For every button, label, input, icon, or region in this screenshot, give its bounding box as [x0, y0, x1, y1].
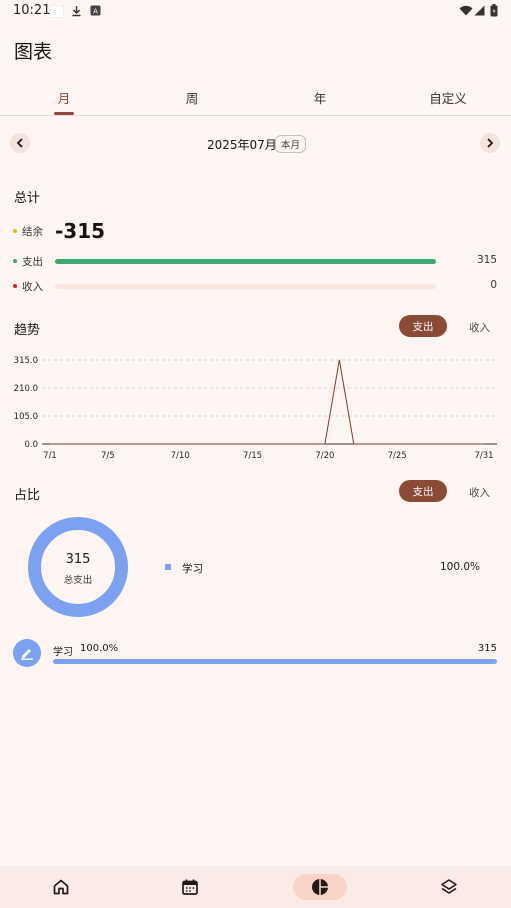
nav-chart[interactable] [293, 874, 347, 900]
x-tick-label: 7/1 [43, 451, 57, 461]
x-tick-label: 7/15 [243, 451, 262, 461]
category-amount: 315 [477, 643, 497, 654]
nav-calendar[interactable] [163, 874, 217, 900]
ratio-title: 占比 [14, 488, 41, 503]
next-month-button[interactable] [480, 133, 500, 153]
trend-income-toggle[interactable]: 收入 [469, 320, 490, 335]
x-tick-label: 7/10 [171, 451, 190, 461]
wifi-icon [459, 5, 473, 16]
balance-dot [13, 229, 17, 233]
income-bar-track [55, 284, 436, 289]
tab-divider [0, 115, 511, 116]
category-bar [53, 659, 497, 664]
y-tick-label: 0.0 [24, 440, 38, 450]
expense-bar-fill [55, 259, 436, 264]
calendar-icon [182, 879, 198, 895]
category-name[interactable]: 学习 [53, 643, 73, 658]
expense-dot [13, 259, 17, 263]
pencil-icon [21, 649, 33, 660]
donut-subtitle: 总支出 [63, 575, 93, 586]
income-dot [13, 284, 17, 288]
prev-month-button[interactable] [10, 133, 30, 153]
tab-week[interactable]: 周 [186, 88, 199, 107]
tab-custom[interactable]: 自定义 [429, 88, 467, 107]
trend-title: 趋势 [14, 323, 41, 338]
this-month-chip[interactable]: 本月 [275, 135, 307, 153]
legend-color-square [165, 564, 171, 570]
series-line-expense [50, 359, 484, 445]
nav-home[interactable] [34, 874, 88, 900]
legend-name: 学习 [182, 563, 203, 575]
y-tick-label: 315.0 [14, 356, 38, 366]
pie-chart-icon [312, 879, 328, 895]
category-percent: 100.0% [80, 643, 119, 654]
expense-label: 支出 [22, 256, 43, 268]
ratio-expense-toggle[interactable]: 支出 [399, 480, 447, 502]
notification-icon [50, 5, 64, 18]
income-value: 0 [490, 279, 497, 291]
period-label[interactable]: 2025年07月 [207, 136, 277, 153]
chevron-right-icon [487, 138, 494, 148]
tab-month[interactable]: 月 [58, 88, 71, 107]
expense-value: 315 [476, 254, 497, 266]
y-tick-label: 105.0 [14, 412, 38, 422]
summary-title: 总计 [14, 191, 41, 206]
legend-percent: 100.0% [439, 561, 480, 573]
expense-bar-track [55, 259, 436, 264]
income-label: 收入 [22, 281, 43, 293]
nav-layers[interactable] [422, 874, 476, 900]
svg-text:A: A [93, 8, 98, 16]
category-icon[interactable] [13, 639, 41, 667]
ratio-income-toggle[interactable]: 收入 [469, 485, 490, 500]
x-tick-label: 7/5 [101, 451, 115, 461]
x-tick-label: 7/25 [388, 451, 407, 461]
donut-total: 315 [65, 552, 91, 567]
download-icon [72, 6, 81, 17]
status-time: 10:21 [13, 3, 51, 18]
balance-label: 结余 [22, 226, 43, 238]
tab-year[interactable]: 年 [314, 88, 327, 107]
donut-chart [28, 517, 128, 617]
x-tick-label: 7/20 [315, 451, 334, 461]
balance-value: -315 [55, 219, 106, 243]
home-icon [53, 879, 69, 895]
x-tick-label: 7/31 [474, 451, 493, 461]
y-tick-label: 210.0 [14, 384, 38, 394]
chevron-left-icon [16, 138, 23, 148]
trend-chart: 0.0 105.0 210.0 315.0 7/1 7/5 7/10 7/15 7/20 7/25… [14, 356, 497, 461]
trend-expense-toggle[interactable]: 支出 [399, 315, 447, 337]
donut-slice-study [28, 517, 128, 617]
signal-icon [474, 5, 485, 16]
battery-icon [490, 4, 498, 17]
layers-icon [441, 879, 457, 894]
page-title: 图表 [14, 41, 53, 63]
app-notification-icon: A [90, 5, 101, 16]
